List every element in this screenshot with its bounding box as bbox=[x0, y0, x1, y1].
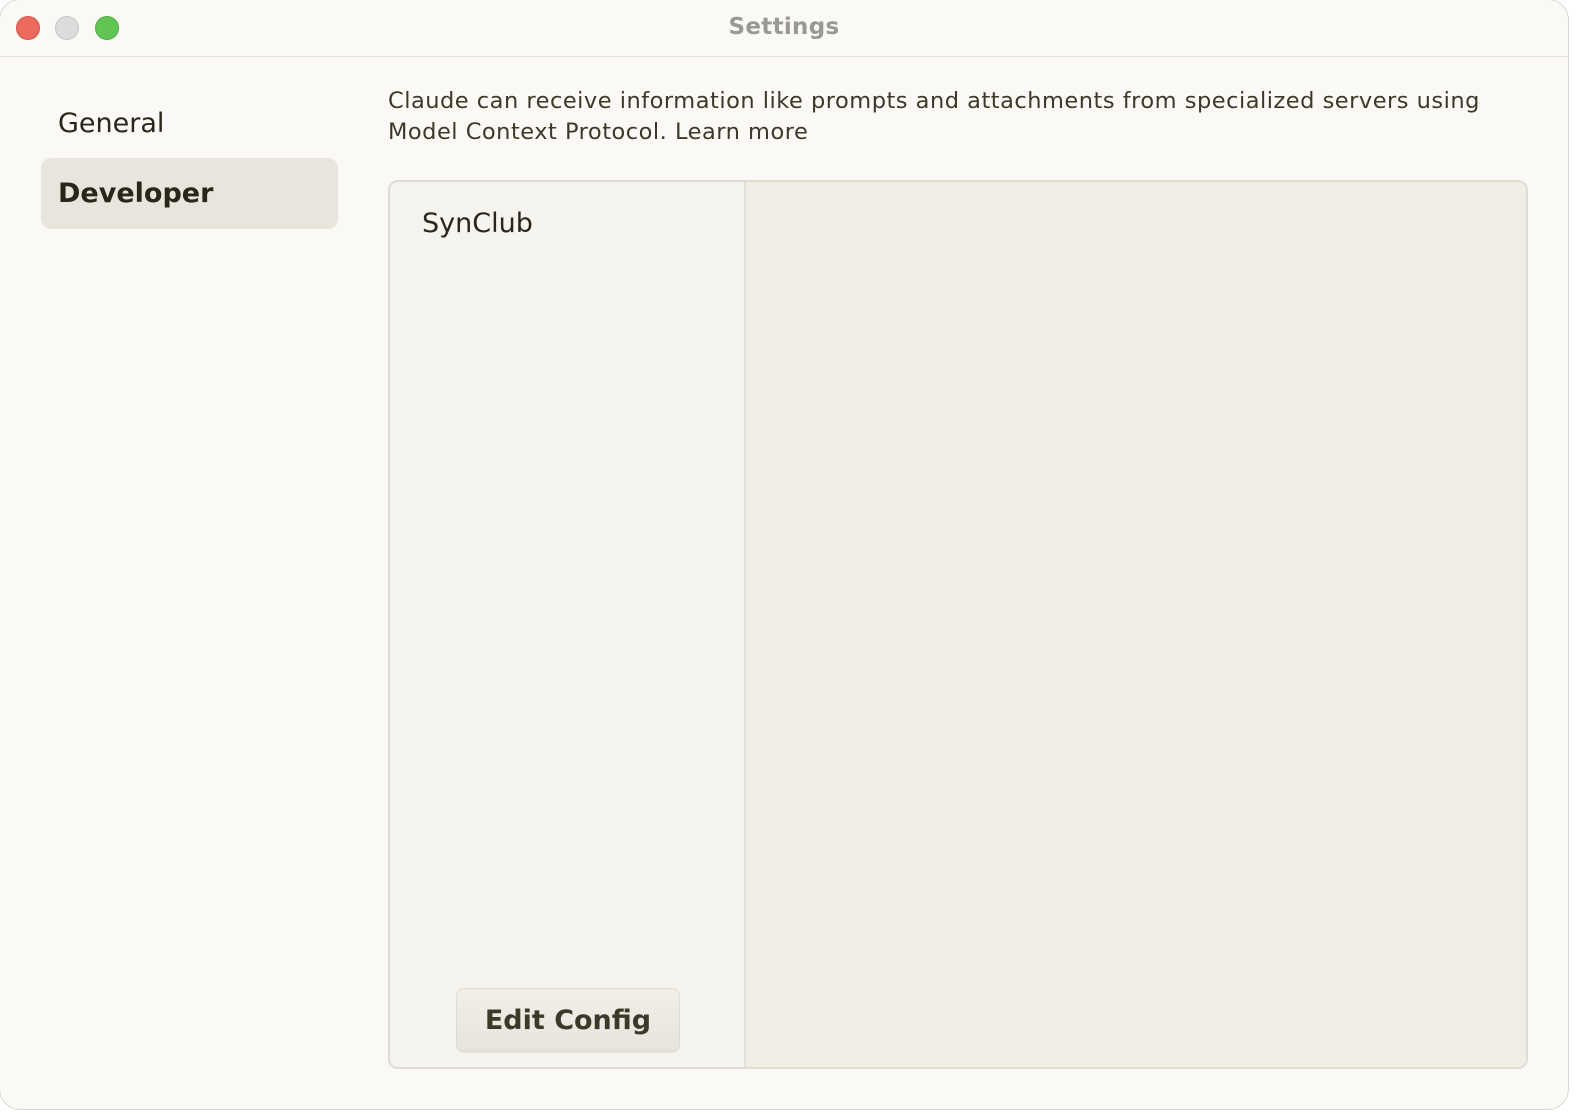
learn-more-link[interactable]: Learn more bbox=[675, 119, 808, 145]
window-title: Settings bbox=[728, 14, 840, 40]
sidebar-item-label: General bbox=[58, 108, 165, 139]
description-text: Claude can receive information like prom… bbox=[388, 88, 1480, 145]
edit-config-button[interactable]: Edit Config bbox=[456, 988, 680, 1052]
sidebar-item-developer[interactable]: Developer bbox=[41, 158, 338, 229]
server-list: SynClub Edit Config bbox=[390, 182, 746, 1067]
server-item-synclub[interactable]: SynClub bbox=[422, 208, 533, 239]
mcp-servers-panel: SynClub Edit Config bbox=[388, 180, 1528, 1069]
mcp-description: Claude can receive information like prom… bbox=[388, 86, 1508, 148]
sidebar-item-general[interactable]: General bbox=[41, 88, 338, 159]
sidebar-item-label: Developer bbox=[58, 178, 214, 209]
title-bar: Settings bbox=[0, 0, 1568, 57]
settings-window: Settings General Developer Claude can re… bbox=[0, 0, 1568, 1109]
server-detail-pane bbox=[746, 182, 1526, 1067]
